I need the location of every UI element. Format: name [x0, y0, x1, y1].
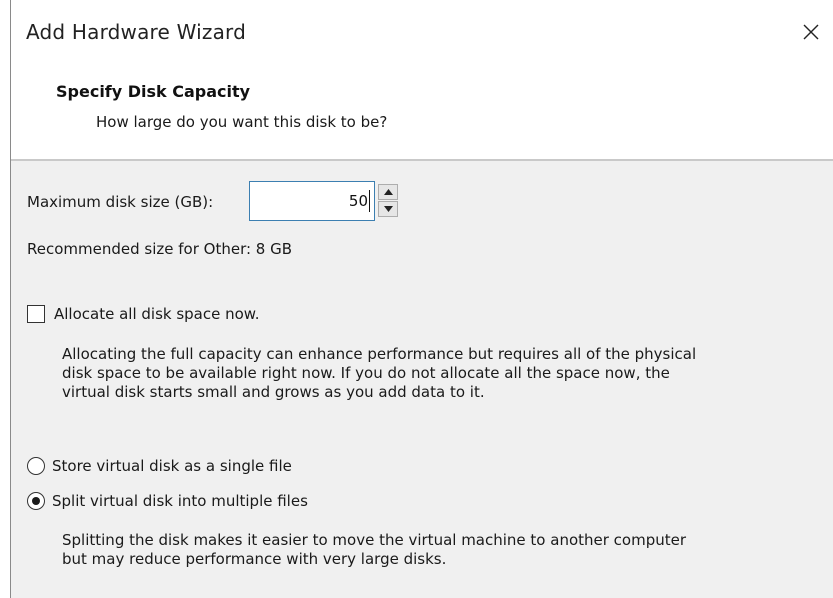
single-file-label[interactable]: Store virtual disk as a single file — [52, 457, 292, 475]
split-description-line: but may reduce performance with very lar… — [62, 550, 447, 568]
chevron-up-icon — [383, 189, 393, 195]
split-description: Splitting the disk makes it easier to mo… — [62, 531, 686, 569]
spin-down-button[interactable] — [378, 201, 398, 217]
single-file-radio[interactable] — [27, 457, 45, 475]
close-button[interactable] — [789, 10, 833, 54]
split-description-line: Splitting the disk makes it easier to mo… — [62, 531, 687, 549]
disk-size-input[interactable] — [249, 181, 375, 221]
window-title: Add Hardware Wizard — [26, 20, 247, 44]
allocate-description: Allocating the full capacity can enhance… — [62, 345, 696, 402]
disk-size-label: Maximum disk size (GB): — [27, 193, 214, 211]
spin-up-button[interactable] — [378, 184, 398, 200]
split-files-label[interactable]: Split virtual disk into multiple files — [52, 492, 308, 510]
allocate-description-line: virtual disk starts small and grows as y… — [62, 383, 485, 401]
wizard-header: Specify Disk Capacity How large do you w… — [11, 66, 833, 160]
allocate-checkbox[interactable] — [27, 305, 45, 323]
chevron-down-icon — [383, 206, 393, 212]
split-files-radio[interactable] — [27, 492, 45, 510]
title-bar: Add Hardware Wizard — [0, 0, 833, 66]
close-icon — [803, 24, 819, 40]
page-title: Specify Disk Capacity — [56, 82, 251, 101]
recommended-size-text: Recommended size for Other: 8 GB — [27, 240, 293, 258]
allocate-description-line: disk space to be available right now. If… — [62, 364, 670, 382]
page-subtitle: How large do you want this disk to be? — [96, 113, 388, 131]
add-hardware-wizard-window: Add Hardware Wizard Specify Disk Capacit… — [0, 0, 833, 598]
allocate-description-line: Allocating the full capacity can enhance… — [62, 345, 697, 363]
disk-size-spinner[interactable] — [378, 184, 398, 218]
text-caret — [369, 190, 370, 212]
radio-selected-dot — [32, 497, 40, 505]
allocate-label[interactable]: Allocate all disk space now. — [54, 305, 259, 323]
